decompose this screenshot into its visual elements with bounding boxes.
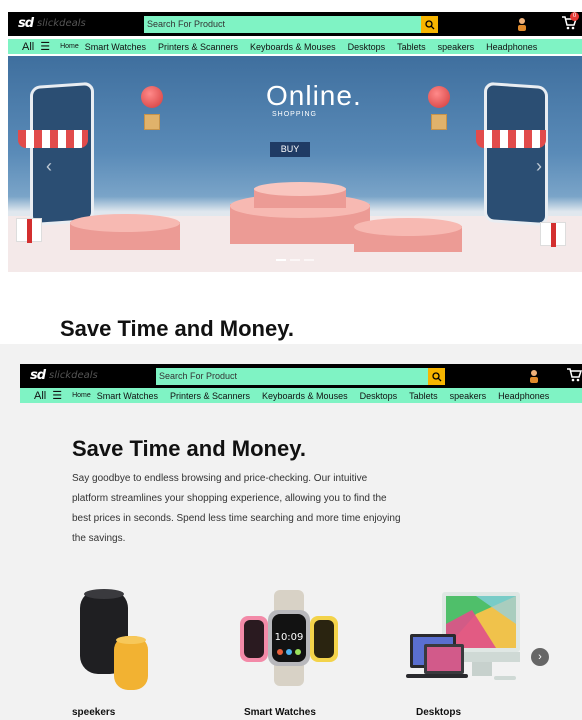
hero-title: Save Time and Money. [72,436,306,461]
smartwatch-icon: 10:09 [240,590,338,686]
cart-badge: 0 [570,12,579,21]
nav-all[interactable]: All [22,41,34,53]
balloon-left [141,86,163,108]
nav-item-desktops[interactable]: Desktops [348,42,386,52]
nav-item-printers[interactable]: Printers & Scanners [170,391,250,401]
menu-icon[interactable]: ☰ [52,389,62,402]
awning-right [476,130,546,148]
nav-item-home[interactable]: Home [72,392,91,399]
nav-item-speakers[interactable]: speakers [450,391,487,401]
product-smart-watches[interactable]: 10:09 [236,584,346,694]
nav-item-headphones[interactable]: Headphones [486,42,537,52]
search-button[interactable] [428,368,445,385]
carousel-prev-icon[interactable]: ‹ [46,156,52,177]
search-icon [424,19,434,29]
desktop-computer-icon [406,592,520,680]
box-left [144,114,160,130]
podium-top [254,182,346,196]
banner-buy-button[interactable]: BUY [270,142,310,157]
nav-item-smart-watches[interactable]: Smart Watches [85,42,146,52]
nav-item-tablets[interactable]: Tablets [409,391,438,401]
banner-title: Online. [266,80,362,111]
hero-banner[interactable]: Online. SHOPPING BUY ‹ › [8,56,582,272]
gift-right [540,222,566,247]
header-bar: sd slickdeals Search For Product [20,364,582,388]
awning-left [18,130,88,148]
carousel-indicators [276,259,314,261]
logo[interactable]: sd slickdeals [30,368,98,383]
nav-item-keyboards[interactable]: Keyboards & Mouses [262,391,348,401]
logo-mark: sd [18,16,34,31]
carousel-next-icon[interactable]: › [536,156,542,177]
gift-left [16,218,42,243]
search-input[interactable]: Search For Product [156,368,428,385]
carousel-dot[interactable] [304,259,314,261]
carousel-dot[interactable] [290,259,300,261]
search-input[interactable]: Search For Product [144,16,421,33]
nav-item-printers[interactable]: Printers & Scanners [158,42,238,52]
podium-left [70,214,180,232]
nav-item-desktops[interactable]: Desktops [360,391,398,401]
logo[interactable]: sd slickdeals [18,16,86,31]
logo-text: slickdeals [37,18,86,29]
menu-icon[interactable]: ☰ [40,40,50,53]
banner-subtitle: SHOPPING [272,111,317,118]
nav-item-tablets[interactable]: Tablets [397,42,426,52]
section-title: Save Time and Money. [60,316,294,341]
phone-illustration-right [484,81,548,227]
nav-item-home[interactable]: Home [60,43,79,50]
nav-item-smart-watches[interactable]: Smart Watches [97,391,158,401]
header-bar: sd slickdeals Search For Product 0 [8,12,582,36]
balloon-right [428,86,450,108]
cart-icon[interactable] [566,367,582,383]
phone-illustration-left [30,81,94,227]
smart-speaker-icon [80,589,148,690]
logo-text: slickdeals [49,370,98,381]
search-button[interactable] [421,16,438,33]
screenshot-bottom: sd slickdeals Search For Product All ☰ H… [0,344,582,720]
hero-text: Say goodbye to endless browsing and pric… [72,473,401,544]
screenshot-top: sd slickdeals Search For Product 0 All ☰… [0,0,582,341]
product-label-desktops[interactable]: Desktops [416,707,461,718]
product-carousel-next-icon[interactable]: › [531,648,549,666]
product-label-smart-watches[interactable]: Smart Watches [244,707,316,718]
podium-right [354,218,462,236]
product-speakers[interactable] [78,584,158,694]
search-icon [431,371,441,381]
nav-item-headphones[interactable]: Headphones [498,391,549,401]
box-right [431,114,447,130]
nav-item-speakers[interactable]: speakers [438,42,475,52]
nav-all[interactable]: All [34,390,46,402]
user-icon[interactable] [517,17,527,31]
carousel-dot[interactable] [276,259,286,261]
user-icon[interactable] [529,369,539,383]
nav-item-keyboards[interactable]: Keyboards & Mouses [250,42,336,52]
svg-text:10:09: 10:09 [275,632,304,643]
category-nav: All ☰ Home Smart Watches Printers & Scan… [8,39,582,54]
logo-mark: sd [30,368,46,383]
product-label-speakers[interactable]: speekers [72,707,115,718]
category-nav: All ☰ Home Smart Watches Printers & Scan… [20,388,582,403]
product-desktops[interactable] [406,584,524,694]
